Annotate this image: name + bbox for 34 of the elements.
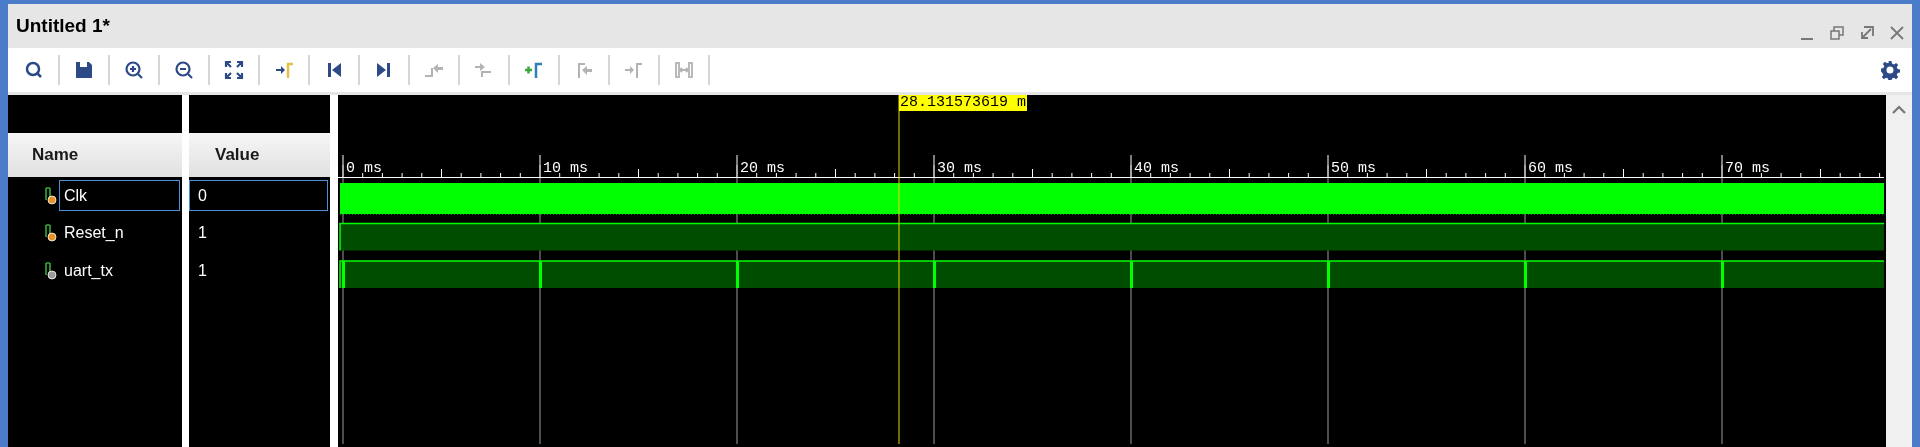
full-view-icon bbox=[223, 59, 245, 81]
restore-icon bbox=[1829, 25, 1845, 41]
time-label: 0 ms bbox=[346, 160, 382, 177]
time-label: 50 ms bbox=[1331, 160, 1376, 177]
close-icon bbox=[1889, 25, 1905, 41]
column-header[interactable]: Name bbox=[8, 133, 182, 177]
time-label: 70 ms bbox=[1725, 160, 1770, 177]
signal-name[interactable]: uart_tx bbox=[59, 255, 180, 287]
float-icon bbox=[1859, 25, 1875, 41]
cursor-line[interactable] bbox=[898, 95, 900, 444]
restore-button[interactable] bbox=[1828, 24, 1846, 42]
time-label: 40 ms bbox=[1134, 160, 1179, 177]
signal-value: 0 bbox=[189, 180, 328, 212]
signal-value: 1 bbox=[197, 223, 208, 244]
minimize-icon bbox=[1799, 38, 1815, 40]
vertical-scrollbar[interactable] bbox=[1886, 95, 1912, 447]
zoom-out-icon bbox=[173, 59, 195, 81]
scroll-up-icon[interactable] bbox=[1891, 103, 1907, 115]
signal-name[interactable]: Reset_n bbox=[59, 217, 180, 249]
signal-name[interactable]: Clk bbox=[59, 180, 180, 212]
column-header[interactable]: Value bbox=[189, 133, 330, 177]
time-label: 20 ms bbox=[740, 160, 785, 177]
save-icon bbox=[73, 59, 95, 81]
close-button[interactable] bbox=[1888, 24, 1906, 42]
time-label: 10 ms bbox=[543, 160, 588, 177]
gear-icon bbox=[1880, 60, 1900, 80]
window-title: Untitled 1* bbox=[16, 15, 110, 37]
time-label: 30 ms bbox=[937, 160, 982, 177]
signal-value: 1 bbox=[197, 260, 208, 281]
float-button[interactable] bbox=[1858, 24, 1876, 42]
cursor-time: 28.131573619 m bbox=[899, 95, 1028, 111]
time-label: 60 ms bbox=[1528, 160, 1573, 177]
zoom-in-icon bbox=[123, 59, 145, 81]
swap-cursors-icon bbox=[673, 59, 695, 81]
